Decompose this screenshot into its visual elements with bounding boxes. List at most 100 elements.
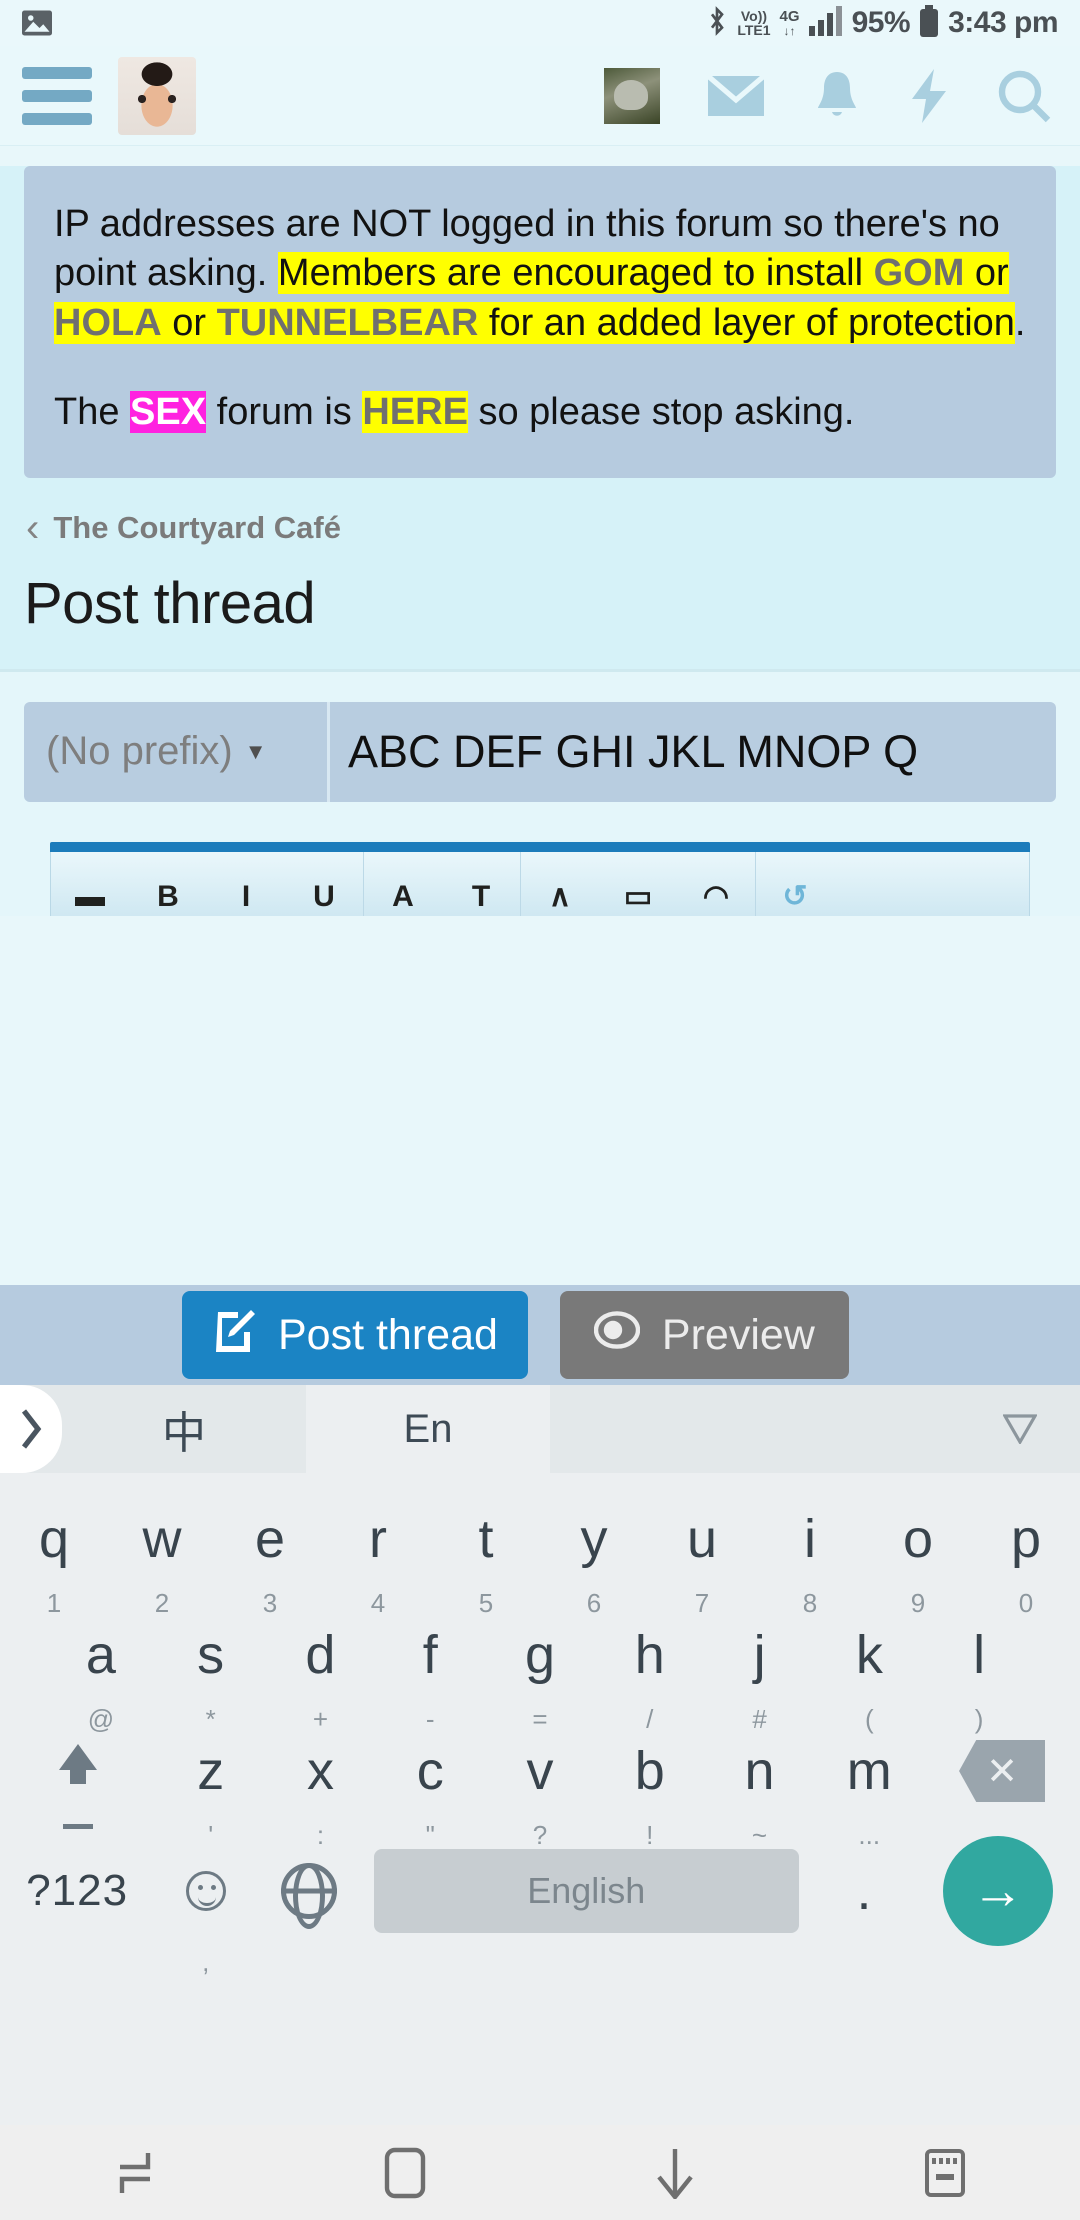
key-b[interactable]: b! [595, 1744, 705, 1850]
key-symbols[interactable]: ?123 [0, 1869, 154, 1913]
key-sublabel: 4 [370, 1588, 386, 1618]
link-here[interactable]: HERE [362, 391, 468, 434]
key-r[interactable]: r4 [324, 1512, 432, 1618]
post-thread-button[interactable]: Post thread [182, 1291, 528, 1379]
backspace-icon: ✕ [959, 1740, 1046, 1802]
app-header-actions [604, 67, 1058, 124]
key-v[interactable]: v? [485, 1744, 595, 1850]
search-icon[interactable] [996, 68, 1052, 124]
hide-keyboard-down-arrow-icon[interactable] [540, 2147, 810, 2199]
key-z[interactable]: z ' [156, 1741, 266, 1850]
key-s[interactable]: s * [156, 1628, 266, 1734]
key-k[interactable]: k( [814, 1628, 924, 1734]
key-m[interactable]: m... [814, 1744, 924, 1850]
enter-arrow-icon: → [942, 1836, 1053, 1946]
hamburger-menu-icon[interactable] [22, 66, 92, 125]
key-d[interactable]: d + [266, 1628, 376, 1734]
key-x[interactable]: x: [266, 1741, 376, 1850]
key-u[interactable]: u7 [648, 1512, 756, 1618]
keyboard-lang-chinese[interactable]: 中 [62, 1385, 306, 1473]
key-g[interactable]: g = [485, 1628, 595, 1734]
page-title: Post thread [24, 570, 316, 636]
link-sex-forum[interactable]: SEX [130, 391, 207, 434]
key-label: x [306, 1741, 334, 1801]
prefix-select[interactable]: (No prefix) ▼ [24, 701, 330, 802]
key-label: i [804, 1509, 816, 1569]
key-label: z [197, 1741, 225, 1801]
key-space[interactable]: English [360, 1849, 813, 1933]
key-f[interactable]: f- [375, 1628, 485, 1734]
status-bar-notifications [22, 10, 52, 36]
key-i[interactable]: i8 [756, 1509, 864, 1618]
key-sublabel: ) [974, 1704, 984, 1734]
thread-title-input[interactable]: ABC DEF GHI JKL MNOP Q [330, 702, 1056, 802]
keyboard-lang-english[interactable]: En [306, 1385, 550, 1473]
preview-button[interactable]: Preview [559, 1291, 849, 1379]
key-l[interactable]: l) [924, 1625, 1034, 1734]
key-e[interactable]: e3 [216, 1512, 324, 1618]
key-shift[interactable] [0, 1744, 156, 1829]
key-t[interactable]: t5 [432, 1512, 540, 1618]
status-bar: Vo)) LTE1 4G ↓↑ 95% 3:43 pm [0, 0, 1080, 46]
key-sublabel: 1 [46, 1588, 62, 1618]
key-language-switch[interactable] [257, 1863, 360, 1919]
home-icon[interactable] [270, 2147, 540, 2199]
status-bar-indicators: Vo)) LTE1 4G ↓↑ 95% 3:43 pm [706, 4, 1058, 42]
volte-line1: Vo)) [740, 8, 768, 24]
key-o[interactable]: o9 [864, 1512, 972, 1618]
underline-icon[interactable]: U [285, 852, 363, 916]
key-sublabel: 2 [154, 1588, 170, 1618]
breadcrumb-label: The Courtyard Café [53, 509, 341, 545]
smilies-icon[interactable]: ◠ [677, 852, 755, 916]
key-w[interactable]: w2 [108, 1512, 216, 1618]
globe-language-icon [280, 1863, 337, 1919]
key-period[interactable]: . [813, 1864, 916, 1918]
key-a[interactable]: a @ [46, 1628, 156, 1734]
keyboard-toolbar-spacer [550, 1385, 960, 1473]
text-color-icon[interactable]: A [364, 852, 442, 916]
key-label: l [973, 1625, 986, 1685]
chevron-right-icon[interactable] [0, 1385, 62, 1473]
clock-label: 3:43 pm [948, 6, 1058, 39]
lightning-bolt-icon[interactable] [908, 68, 950, 123]
shift-underline [62, 1824, 93, 1829]
key-backspace[interactable]: ✕ [924, 1740, 1080, 1802]
key-c[interactable]: c " [375, 1741, 485, 1850]
link-hola[interactable]: HOLA [54, 302, 162, 344]
insert-link-icon[interactable]: ∧ [521, 852, 599, 916]
key-sublabel: 6 [586, 1588, 602, 1618]
undo-icon[interactable]: ↺ [756, 852, 834, 916]
key-j[interactable]: j # [705, 1628, 815, 1734]
key-sublabel: 0 [1018, 1588, 1034, 1618]
font-size-icon[interactable]: T [442, 852, 520, 916]
key-label: c [416, 1741, 444, 1801]
key-sublabel: ' [208, 1820, 214, 1850]
key-sublabel: , [202, 1947, 210, 1977]
breadcrumb[interactable]: ‹ The Courtyard Café [0, 478, 1080, 548]
key-h[interactable]: h / [595, 1628, 705, 1734]
keyboard-row-1: q1 w2 e3 r4 t5 y6 u7 i8 o9 p0 [0, 1481, 1080, 1618]
avatar[interactable] [118, 56, 196, 135]
keyboard-switch-icon[interactable] [810, 2148, 1080, 2198]
link-gom[interactable]: GOM [874, 252, 965, 294]
link-tunnelbear[interactable]: TUNNELBEAR [217, 302, 479, 344]
bell-icon[interactable] [812, 70, 862, 122]
envelope-icon[interactable] [706, 72, 766, 120]
remove-formatting-icon[interactable]: ▬ [51, 852, 129, 916]
insert-image-icon[interactable]: ▭ [599, 852, 677, 916]
caret-down-icon[interactable] [960, 1385, 1080, 1473]
key-sublabel: ? [532, 1820, 548, 1850]
bold-icon[interactable]: B [129, 852, 207, 916]
italic-icon[interactable]: I [207, 852, 285, 916]
notice-highlight-b-text: for an added layer of protection [478, 301, 1015, 344]
key-emoji[interactable]: , [154, 1871, 257, 1977]
key-p[interactable]: p0 [972, 1512, 1080, 1618]
key-q[interactable]: q1 [0, 1512, 108, 1618]
eye-icon [593, 1310, 641, 1360]
key-enter[interactable]: → [915, 1836, 1080, 1946]
recents-icon[interactable] [0, 2149, 270, 2197]
key-y[interactable]: y6 [540, 1512, 648, 1618]
key-n[interactable]: n ~ [705, 1744, 815, 1850]
thread-thumbnail[interactable] [604, 67, 660, 124]
forum-notice-banner: IP addresses are NOT logged in this foru… [24, 166, 1056, 478]
